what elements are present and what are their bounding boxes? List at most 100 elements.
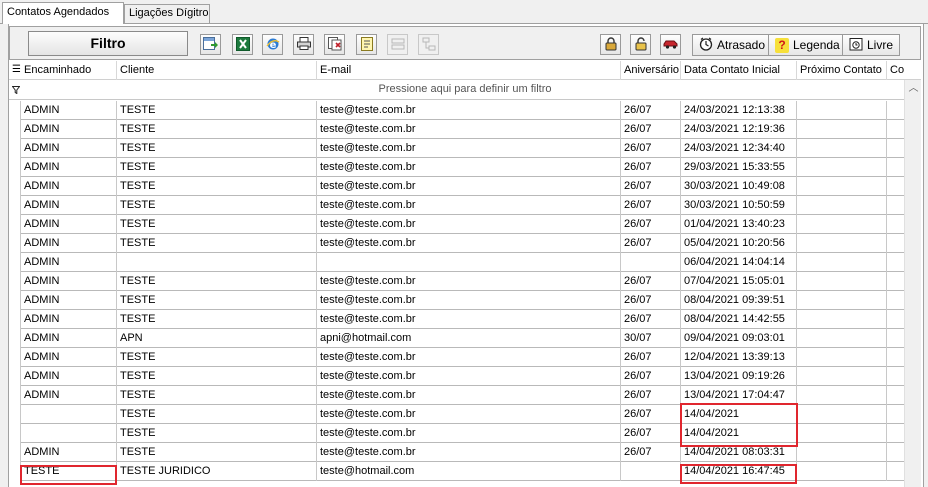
cell-encaminhado[interactable]: ADMIN	[21, 158, 117, 177]
cell-proximo-contato[interactable]	[797, 215, 887, 234]
cell-proximo-contato[interactable]	[797, 120, 887, 139]
table-row[interactable]: TESTE teste@teste.com.br 26/07 14/04/2021	[9, 424, 904, 443]
cell-aniversario[interactable]: 26/07	[621, 348, 681, 367]
vertical-scrollbar[interactable]: ︿	[904, 80, 921, 487]
tab-contatos-agendados[interactable]: Contatos Agendados	[2, 2, 124, 24]
cell-co[interactable]	[887, 291, 904, 310]
cell-aniversario[interactable]: 30/07	[621, 329, 681, 348]
cell-aniversario[interactable]: 26/07	[621, 367, 681, 386]
cell-proximo-contato[interactable]	[797, 443, 887, 462]
row-indicator[interactable]	[9, 405, 21, 424]
cell-aniversario[interactable]: 26/07	[621, 310, 681, 329]
row-indicator[interactable]	[9, 139, 21, 158]
cell-data-contato-inicial[interactable]: 08/04/2021 09:39:51	[681, 291, 797, 310]
row-indicator[interactable]	[9, 462, 21, 481]
cell-encaminhado[interactable]: ADMIN	[21, 253, 117, 272]
cell-aniversario[interactable]: 26/07	[621, 177, 681, 196]
cell-encaminhado[interactable]: ADMIN	[21, 310, 117, 329]
cell-email[interactable]: teste@teste.com.br	[317, 386, 621, 405]
cell-aniversario[interactable]: 26/07	[621, 158, 681, 177]
cell-encaminhado[interactable]: ADMIN	[21, 329, 117, 348]
column-header-cliente[interactable]: Cliente	[117, 61, 317, 80]
cell-data-contato-inicial[interactable]: 07/04/2021 15:05:01	[681, 272, 797, 291]
cell-cliente[interactable]: TESTE	[117, 424, 317, 443]
cell-aniversario[interactable]: 26/07	[621, 120, 681, 139]
cell-email[interactable]: teste@teste.com.br	[317, 367, 621, 386]
scroll-up-icon[interactable]: ︿	[905, 80, 921, 97]
cell-email[interactable]	[317, 253, 621, 272]
column-chooser-icon[interactable]: ☰	[12, 64, 21, 75]
cell-email[interactable]: teste@teste.com.br	[317, 405, 621, 424]
row-indicator[interactable]	[9, 177, 21, 196]
cell-co[interactable]	[887, 405, 904, 424]
cell-data-contato-inicial[interactable]: 13/04/2021 09:19:26	[681, 367, 797, 386]
cell-cliente[interactable]: TESTE	[117, 215, 317, 234]
cell-aniversario[interactable]: 26/07	[621, 424, 681, 443]
filter-row[interactable]: Pressione aqui para definir um filtro	[9, 80, 921, 100]
cell-cliente[interactable]: TESTE	[117, 310, 317, 329]
table-row[interactable]: ADMIN TESTE teste@teste.com.br 26/07 07/04/2…	[9, 272, 904, 291]
cell-aniversario[interactable]: 26/07	[621, 139, 681, 158]
table-row[interactable]: ADMIN TESTE teste@teste.com.br 26/07 24/03/2…	[9, 101, 904, 120]
cell-encaminhado[interactable]: TESTE	[21, 462, 117, 481]
cell-email[interactable]: teste@teste.com.br	[317, 120, 621, 139]
cell-cliente[interactable]: APN	[117, 329, 317, 348]
cell-cliente[interactable]: TESTE	[117, 196, 317, 215]
cell-data-contato-inicial[interactable]: 05/04/2021 10:20:56	[681, 234, 797, 253]
column-header-co[interactable]: Co	[887, 61, 904, 80]
cell-proximo-contato[interactable]	[797, 310, 887, 329]
cell-data-contato-inicial[interactable]: 24/03/2021 12:13:38	[681, 101, 797, 120]
table-row[interactable]: ADMIN TESTE teste@teste.com.br 26/07 08/04/2…	[9, 291, 904, 310]
cell-proximo-contato[interactable]	[797, 253, 887, 272]
cell-cliente[interactable]: TESTE	[117, 101, 317, 120]
column-header-email[interactable]: E-mail	[317, 61, 621, 80]
cell-cliente[interactable]: TESTE	[117, 348, 317, 367]
cell-proximo-contato[interactable]	[797, 177, 887, 196]
row-indicator[interactable]	[9, 367, 21, 386]
table-row[interactable]: ADMIN TESTE teste@teste.com.br 26/07 30/03/2…	[9, 196, 904, 215]
cell-email[interactable]: teste@teste.com.br	[317, 158, 621, 177]
cell-encaminhado[interactable]: ADMIN	[21, 272, 117, 291]
atrasado-button[interactable]: Atrasado	[692, 34, 773, 56]
cell-data-contato-inicial[interactable]: 29/03/2021 15:33:55	[681, 158, 797, 177]
column-header-aniversario[interactable]: Aniversário	[621, 61, 681, 80]
row-indicator[interactable]	[9, 234, 21, 253]
cell-email[interactable]: teste@teste.com.br	[317, 291, 621, 310]
cell-cliente[interactable]: TESTE	[117, 386, 317, 405]
cell-cliente[interactable]: TESTE JURIDICO	[117, 462, 317, 481]
cell-proximo-contato[interactable]	[797, 367, 887, 386]
cell-proximo-contato[interactable]	[797, 158, 887, 177]
cell-cliente[interactable]: TESTE	[117, 291, 317, 310]
cell-email[interactable]: teste@teste.com.br	[317, 196, 621, 215]
cell-email[interactable]: teste@teste.com.br	[317, 234, 621, 253]
cell-co[interactable]	[887, 367, 904, 386]
hierarchy-button[interactable]	[418, 34, 439, 55]
tab-ligacoes-digitro[interactable]: Ligações Dígitro	[124, 4, 210, 23]
cell-data-contato-inicial[interactable]: 08/04/2021 14:42:55	[681, 310, 797, 329]
cell-cliente[interactable]: TESTE	[117, 272, 317, 291]
cell-proximo-contato[interactable]	[797, 196, 887, 215]
row-indicator[interactable]	[9, 215, 21, 234]
table-row[interactable]: TESTE teste@teste.com.br 26/07 14/04/2021	[9, 405, 904, 424]
note-button[interactable]	[356, 34, 377, 55]
cell-data-contato-inicial[interactable]: 09/04/2021 09:03:01	[681, 329, 797, 348]
table-row[interactable]: ADMIN TESTE teste@teste.com.br 26/07 24/03/2…	[9, 120, 904, 139]
table-row[interactable]: ADMIN TESTE teste@teste.com.br 26/07 14/04/2…	[9, 443, 904, 462]
cell-aniversario[interactable]: 26/07	[621, 405, 681, 424]
cell-cliente[interactable]: TESTE	[117, 177, 317, 196]
table-row[interactable]: ADMIN TESTE teste@teste.com.br 26/07 12/04/2…	[9, 348, 904, 367]
table-row[interactable]: ADMIN TESTE teste@teste.com.br 26/07 30/03/2…	[9, 177, 904, 196]
cell-co[interactable]	[887, 139, 904, 158]
cell-aniversario[interactable]: 26/07	[621, 386, 681, 405]
row-indicator[interactable]	[9, 120, 21, 139]
table-row[interactable]: ADMIN 06/04/2021 14:04:14	[9, 253, 904, 272]
cell-proximo-contato[interactable]	[797, 272, 887, 291]
cell-co[interactable]	[887, 253, 904, 272]
cell-data-contato-inicial[interactable]: 30/03/2021 10:50:59	[681, 196, 797, 215]
row-indicator[interactable]	[9, 291, 21, 310]
cell-email[interactable]: apni@hotmail.com	[317, 329, 621, 348]
cell-aniversario[interactable]: 26/07	[621, 101, 681, 120]
cell-data-contato-inicial[interactable]: 14/04/2021	[681, 424, 797, 443]
cell-co[interactable]	[887, 215, 904, 234]
cell-co[interactable]	[887, 386, 904, 405]
